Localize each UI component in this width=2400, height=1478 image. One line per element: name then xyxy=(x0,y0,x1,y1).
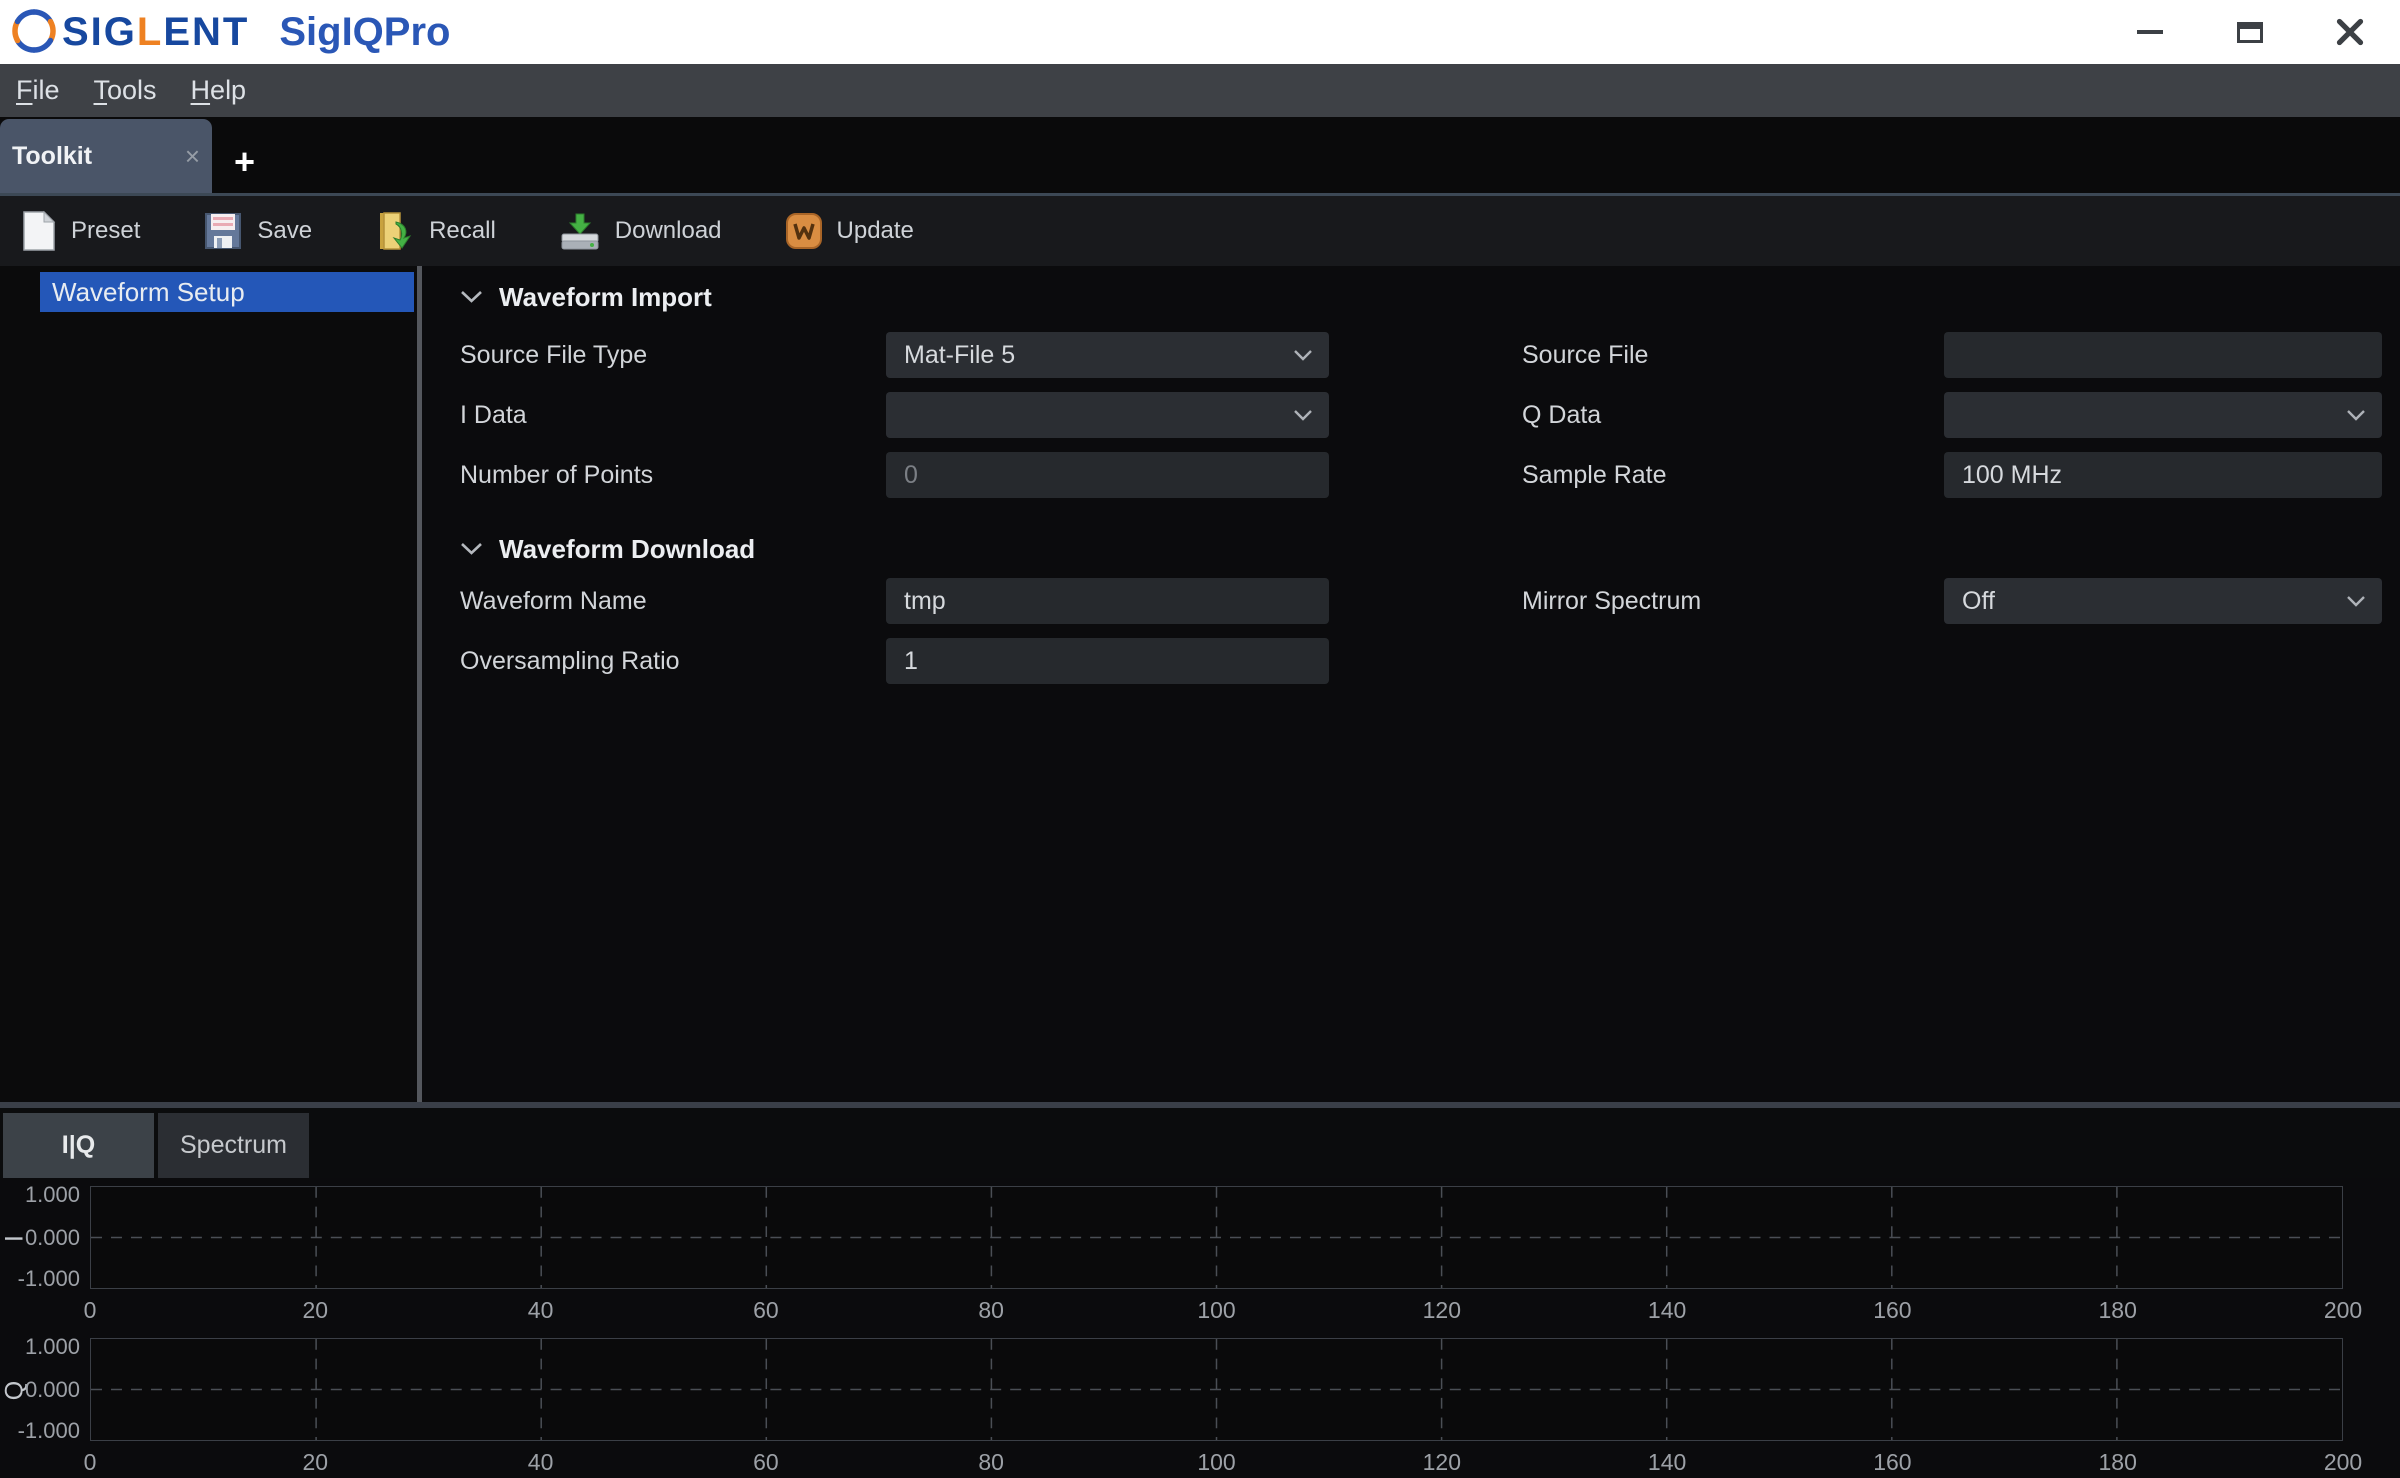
chart-plot-area xyxy=(90,1338,2343,1441)
mirror-spectrum-label: Mirror Spectrum xyxy=(1522,586,1702,615)
section-waveform-download[interactable]: Waveform Download xyxy=(460,534,2400,564)
sample-rate-value: 100 MHz xyxy=(1962,460,2063,489)
minimize-button[interactable] xyxy=(2100,0,2200,64)
tab-iq[interactable]: I|Q xyxy=(3,1113,154,1178)
download-button[interactable]: Download xyxy=(558,210,722,252)
save-button[interactable]: Save xyxy=(202,210,312,252)
source-file-type-select[interactable]: Mat-File 5 xyxy=(886,332,1329,378)
chevron-down-icon xyxy=(2347,410,2365,421)
form-row: I Data Q Data xyxy=(460,392,2400,438)
chevron-down-icon xyxy=(1294,410,1312,421)
add-tab-button[interactable]: + xyxy=(234,141,255,183)
chart-x-tick-labels: 0 20 40 60 80 100 120 140 160 180 200 xyxy=(83,1297,2363,1323)
document-tab-bar: Toolkit × + xyxy=(0,117,2400,193)
source-file-type-value: Mat-File 5 xyxy=(904,340,1016,369)
chevron-down-icon xyxy=(2347,596,2365,607)
save-label: Save xyxy=(257,217,313,244)
maximize-button[interactable] xyxy=(2200,0,2300,64)
orange-w-badge-icon xyxy=(785,213,822,249)
menu-tools[interactable]: Tools xyxy=(94,75,157,106)
q-waveform-chart: Q 1.000 0.000 -1.000 0 20 40 60 80 100 120 140 160… xyxy=(0,1330,2400,1478)
recall-label: Recall xyxy=(429,217,496,244)
q-data-label: Q Data xyxy=(1522,400,1602,429)
waveform-name-input[interactable]: tmp xyxy=(886,578,1329,624)
source-file-label: Source File xyxy=(1522,340,1649,369)
settings-panel: Waveform Import Source File Type Mat-Fil… xyxy=(422,266,2400,1102)
preset-button[interactable]: Preset xyxy=(20,210,140,252)
form-row: Source File Type Mat-File 5 Source File xyxy=(460,332,2400,378)
tab-toolkit-label: Toolkit xyxy=(12,141,93,170)
recall-button[interactable]: Recall xyxy=(374,210,496,252)
maximize-icon xyxy=(2237,21,2263,43)
waveform-name-label: Waveform Name xyxy=(460,586,647,615)
minimize-icon xyxy=(2137,30,2163,34)
form-row: Oversampling Ratio 1 xyxy=(460,638,2400,684)
toolbar: Preset Save Recall Download Update xyxy=(0,193,2400,266)
menu-help[interactable]: Help xyxy=(191,75,247,106)
update-button[interactable]: Update xyxy=(784,211,914,251)
chart-x-tick-labels: 0 20 40 60 80 100 120 140 160 180 200 xyxy=(83,1449,2363,1475)
sidebar: Waveform Setup xyxy=(0,266,417,1102)
tab-spectrum[interactable]: Spectrum xyxy=(158,1113,309,1178)
chevron-down-icon xyxy=(461,291,482,303)
sidebar-item-waveform-setup[interactable]: Waveform Setup xyxy=(40,272,414,312)
source-file-type-label: Source File Type xyxy=(460,340,648,369)
oversampling-ratio-input[interactable]: 1 xyxy=(886,638,1329,684)
waveform-name-value: tmp xyxy=(904,586,946,615)
menu-file[interactable]: File xyxy=(16,75,60,106)
siglent-swirl-icon xyxy=(10,6,58,59)
menu-bar: File Tools Help xyxy=(0,64,2400,117)
source-file-input[interactable] xyxy=(1944,332,2382,378)
app-window: SIGLENT SigIQPro File Tools Help Toolkit… xyxy=(0,0,2400,1478)
sample-rate-label: Sample Rate xyxy=(1522,460,1667,489)
preset-label: Preset xyxy=(71,217,141,244)
chart-tab-bar: I|Q Spectrum xyxy=(0,1108,2400,1178)
i-waveform-chart: I 1.000 0.000 -1.000 0 20 40 60 80 100 120 140 160… xyxy=(0,1178,2400,1330)
update-label: Update xyxy=(836,217,914,244)
section-title: Waveform Import xyxy=(499,281,712,312)
mirror-spectrum-select[interactable]: Off xyxy=(1944,578,2382,624)
drive-green-arrow-icon xyxy=(561,213,599,250)
blank-document-icon xyxy=(23,210,56,251)
folder-green-arrow-icon xyxy=(380,212,412,250)
sample-rate-input[interactable]: 100 MHz xyxy=(1944,452,2382,498)
number-of-points-label: Number of Points xyxy=(460,460,654,489)
q-data-select[interactable] xyxy=(1944,392,2382,438)
close-icon xyxy=(2336,18,2364,46)
tab-close-icon[interactable]: × xyxy=(185,143,200,169)
i-data-select[interactable] xyxy=(886,392,1329,438)
oversampling-ratio-label: Oversampling Ratio xyxy=(460,646,680,675)
floppy-disk-icon xyxy=(205,213,242,249)
window-controls xyxy=(2100,0,2400,64)
title-bar: SIGLENT SigIQPro xyxy=(0,0,2400,64)
form-row: Waveform Name tmp Mirror Spectrum Off xyxy=(460,578,2400,624)
chevron-down-icon xyxy=(1294,350,1312,361)
mirror-spectrum-value: Off xyxy=(1962,586,1995,615)
number-of-points-input: 0 xyxy=(886,452,1329,498)
tab-toolkit[interactable]: Toolkit × xyxy=(0,119,212,193)
section-waveform-import[interactable]: Waveform Import xyxy=(460,282,2400,312)
brand-logo-text: SIGLENT xyxy=(62,9,250,54)
content-area: Waveform Setup Waveform Import Source Fi… xyxy=(0,266,2400,1102)
chevron-down-icon xyxy=(461,543,482,555)
download-label: Download xyxy=(614,217,722,244)
oversampling-ratio-value: 1 xyxy=(904,646,918,675)
i-data-label: I Data xyxy=(460,400,527,429)
close-button[interactable] xyxy=(2300,0,2400,64)
number-of-points-value: 0 xyxy=(904,460,918,489)
chart-plot-area xyxy=(90,1186,2343,1289)
section-title: Waveform Download xyxy=(499,533,756,564)
form-row: Number of Points 0 Sample Rate 100 MHz xyxy=(460,452,2400,498)
app-title: SigIQPro xyxy=(279,9,451,54)
